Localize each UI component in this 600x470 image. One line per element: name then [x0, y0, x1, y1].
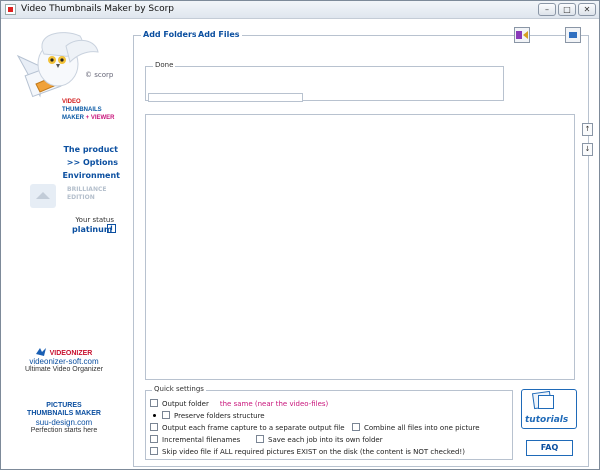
- logo-line-maker: MAKER + VIEWER: [62, 114, 115, 122]
- suu-design-site-link[interactable]: suu-design.com: [2, 418, 126, 427]
- link-environment[interactable]: Environment: [62, 171, 120, 180]
- incremental-label: Incremental filenames: [162, 436, 241, 444]
- quick-settings-legend: Quick settings: [152, 385, 206, 393]
- move-down-button[interactable]: ↓: [582, 143, 593, 156]
- bullet-icon: [153, 414, 156, 417]
- list-view-button[interactable]: [565, 27, 581, 43]
- pictures-brand-line1: PICTURES: [46, 402, 82, 409]
- videonizer-logo-icon: [35, 348, 46, 356]
- tutorials-label: tutorials: [525, 415, 569, 425]
- output-folder-checkbox[interactable]: [150, 399, 158, 407]
- separate-checkbox[interactable]: [150, 423, 158, 431]
- client-area: © scorp VIDEO THUMBNAILS MAKER + VIEWER …: [2, 20, 599, 469]
- videonizer-brand: VIDEONIZER: [2, 348, 126, 357]
- quick-settings-group: Quick settings Output folder the same (ne…: [145, 385, 513, 460]
- preserve-label: Preserve folders structure: [174, 412, 265, 420]
- videonizer-promo[interactable]: VIDEONIZER videonizer-soft.com Ultimate …: [2, 348, 126, 373]
- preserve-row[interactable]: Preserve folders structure: [153, 411, 265, 420]
- link-options[interactable]: >> Options: [67, 158, 118, 167]
- brilliance-edition-badge: BRILLIANCE EDITION: [30, 184, 125, 212]
- add-folders-link[interactable]: Add Folders: [141, 30, 199, 39]
- list-icon: [569, 32, 577, 38]
- separate-row[interactable]: Output each frame capture to a separate …: [150, 423, 345, 432]
- owl-logo-icon: [16, 32, 99, 98]
- title-bar: Video Thumbnails Maker by Scorp – □ ✕: [1, 1, 599, 19]
- progress-bar: [148, 93, 303, 102]
- done-group: Done: [145, 61, 504, 102]
- tutorials-picture-icon-front: [538, 395, 554, 409]
- own-folder-label: Save each job into its own folder: [268, 436, 383, 444]
- skip-row[interactable]: Skip video file if ALL required pictures…: [150, 447, 465, 456]
- copyright-text: © scorp: [85, 71, 114, 79]
- pictures-thumbnails-promo[interactable]: PICTURES THUMBNAILS MAKER suu-design.com…: [2, 402, 126, 434]
- own-folder-checkbox[interactable]: [256, 435, 264, 443]
- app-window: Video Thumbnails Maker by Scorp – □ ✕ © …: [0, 0, 600, 470]
- arrow-left-icon: [516, 31, 528, 39]
- pictures-brand-line2: THUMBNAILS MAKER: [27, 410, 101, 417]
- combine-row[interactable]: Combine all files into one picture: [352, 423, 480, 432]
- logo-line-video: VIDEO: [62, 99, 81, 105]
- import-list-button[interactable]: [514, 27, 530, 43]
- status-label: Your status: [75, 216, 114, 224]
- skip-checkbox[interactable]: [150, 447, 158, 455]
- faq-button[interactable]: FAQ: [526, 440, 573, 456]
- eject-icon: [30, 184, 56, 208]
- pictures-slogan: Perfection starts here: [30, 427, 98, 434]
- link-the-product[interactable]: The product: [63, 145, 118, 154]
- app-icon: [5, 4, 16, 15]
- logo-viewer: + VIEWER: [84, 115, 115, 121]
- output-folder-value-link[interactable]: the same (near the video-files): [220, 400, 328, 408]
- done-label: Done: [153, 61, 176, 69]
- preserve-checkbox[interactable]: [162, 411, 170, 419]
- videonizer-name: VIDEONIZER: [49, 350, 93, 357]
- maximize-button[interactable]: □: [558, 3, 576, 16]
- own-folder-row[interactable]: Save each job into its own folder: [256, 435, 383, 444]
- files-list-panel[interactable]: [145, 114, 575, 380]
- window-title: Video Thumbnails Maker by Scorp: [21, 4, 174, 14]
- skip-label: Skip video file if ALL required pictures…: [162, 448, 465, 456]
- separate-label: Output each frame capture to a separate …: [162, 424, 345, 432]
- sidebar: © scorp VIDEO THUMBNAILS MAKER + VIEWER …: [2, 20, 130, 469]
- combine-checkbox[interactable]: [352, 423, 360, 431]
- move-up-button[interactable]: ↑: [582, 123, 593, 136]
- combine-label: Combine all files into one picture: [364, 424, 480, 432]
- product-logo-text: VIDEO THUMBNAILS MAKER + VIEWER: [62, 98, 115, 122]
- brilliance-text: BRILLIANCE EDITION: [67, 186, 106, 202]
- incremental-row[interactable]: Incremental filenames: [150, 435, 240, 444]
- close-button[interactable]: ✕: [578, 3, 596, 16]
- output-folder-row[interactable]: Output folder the same (near the video-fi…: [150, 399, 328, 408]
- output-folder-label: Output folder: [162, 400, 209, 408]
- add-files-link[interactable]: Add Files: [196, 30, 242, 39]
- videonizer-slogan: Ultimate Video Organizer: [24, 366, 104, 373]
- brilliance-line1: BRILLIANCE: [67, 186, 107, 193]
- logo-line-thumbnails: THUMBNAILS: [62, 107, 102, 113]
- incremental-checkbox[interactable]: [150, 435, 158, 443]
- brilliance-line2: EDITION: [67, 194, 95, 201]
- videonizer-site-link[interactable]: videonizer-soft.com: [2, 357, 126, 366]
- status-info-icon[interactable]: i: [107, 224, 116, 233]
- tutorials-button[interactable]: tutorials: [521, 389, 577, 429]
- minimize-button[interactable]: –: [538, 3, 556, 16]
- logo-maker: MAKER: [62, 115, 84, 121]
